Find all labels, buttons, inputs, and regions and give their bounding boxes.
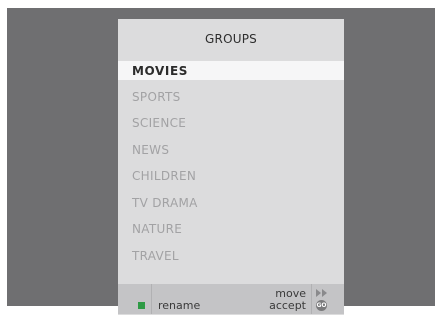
rename-hint: rename — [158, 299, 201, 312]
fast-forward-icon[interactable] — [315, 288, 329, 298]
group-item-sports[interactable]: SPORTS — [118, 87, 344, 106]
group-item-label: SCIENCE — [132, 116, 187, 130]
group-item-label: NATURE — [132, 222, 183, 236]
group-item-label: TV DRAMA — [132, 196, 198, 210]
group-item-label: TRAVEL — [132, 249, 179, 263]
group-item-news[interactable]: NEWS — [118, 140, 344, 159]
key-hint-bar: rename move accept GO — [118, 284, 344, 314]
divider — [151, 284, 152, 314]
group-item-label: CHILDREN — [132, 169, 197, 183]
menu-title: GROUPS — [205, 32, 257, 46]
group-item-label: SPORTS — [132, 90, 181, 104]
group-item-label: NEWS — [132, 143, 170, 157]
group-item-travel[interactable]: TRAVEL — [118, 246, 344, 265]
group-item-children[interactable]: CHILDREN — [118, 166, 344, 185]
accept-hint: accept — [269, 299, 306, 312]
go-button-icon[interactable]: GO — [316, 300, 327, 311]
tv-screen-background: GROUPS MOVIES SPORTS SCIENCE NEWS CHILDR… — [7, 8, 435, 315]
groups-menu: GROUPS MOVIES SPORTS SCIENCE NEWS CHILDR… — [118, 19, 344, 315]
group-item-tv-drama[interactable]: TV DRAMA — [118, 193, 344, 212]
group-item-science[interactable]: SCIENCE — [118, 113, 344, 132]
divider — [311, 284, 312, 314]
green-button-icon[interactable] — [138, 302, 145, 309]
group-item-label: MOVIES — [132, 64, 189, 78]
group-item-nature[interactable]: NATURE — [118, 219, 344, 238]
group-item-movies[interactable]: MOVIES — [118, 61, 344, 80]
